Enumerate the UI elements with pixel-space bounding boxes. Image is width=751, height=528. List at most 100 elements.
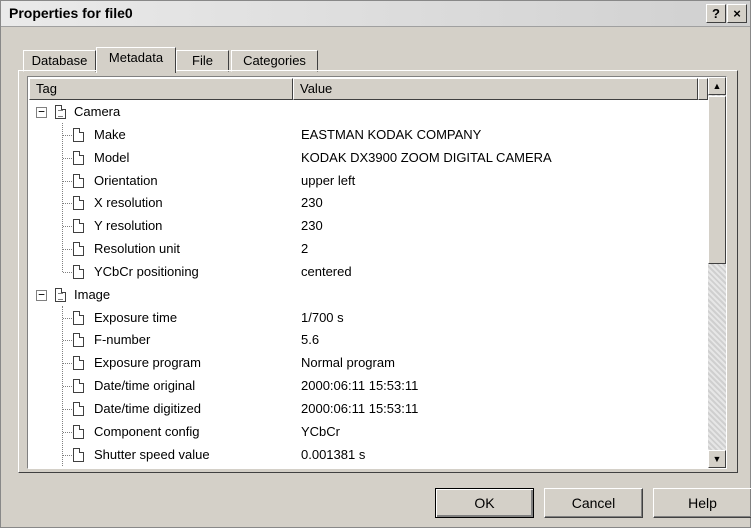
column-header-filler <box>698 78 708 100</box>
value-cell: 2 <box>301 241 309 257</box>
document-icon <box>73 196 84 211</box>
document-icon <box>73 242 84 257</box>
value-cell: 230 <box>301 195 323 211</box>
list-item[interactable]: Resolution unit 2 <box>28 238 708 261</box>
tree-line <box>63 134 72 136</box>
tag-cell: Shutter speed value <box>94 446 210 462</box>
document-icon <box>73 379 84 394</box>
tree-line <box>63 454 72 456</box>
value-cell: 2000:06:11 15:53:11 <box>301 400 419 416</box>
tab-metadata[interactable]: Metadata <box>96 47 176 73</box>
document-icon <box>73 447 84 462</box>
tree-line <box>63 408 72 410</box>
value-cell: EASTMAN KODAK COMPANY <box>301 126 482 142</box>
tree-line <box>63 317 72 319</box>
tree-group-camera[interactable]: − Camera <box>28 101 708 124</box>
group-label: Camera <box>74 104 121 119</box>
tag-cell: F-number <box>94 332 151 348</box>
scroll-down-arrow-icon[interactable]: ▼ <box>708 450 726 468</box>
document-icon <box>73 310 84 325</box>
help-button[interactable]: Help <box>653 488 751 518</box>
tree-group-image[interactable]: − Image <box>28 284 708 307</box>
vertical-scrollbar[interactable]: ▲ ▼ <box>708 77 726 468</box>
tab-categories[interactable]: Categories <box>231 50 318 72</box>
value-cell: 2000:06:11 15:53:11 <box>301 378 419 394</box>
list-item[interactable]: X resolution 230 <box>28 192 708 215</box>
tag-cell: X resolution <box>94 195 163 211</box>
tag-cell: Exposure program <box>94 355 201 371</box>
collapse-toggle[interactable]: − <box>36 289 47 301</box>
tab-database[interactable]: Database <box>23 50 96 72</box>
tree-line <box>63 226 72 228</box>
value-cell: centered <box>301 263 352 279</box>
tag-cell: Date/time original <box>94 378 196 394</box>
list-header: Tag Value <box>29 78 724 100</box>
list-item[interactable]: Make EASTMAN KODAK COMPANY <box>28 124 708 147</box>
tag-cell: Date/time digitized <box>94 400 201 416</box>
tree-line <box>63 340 72 342</box>
value-cell: 0.001381 s <box>301 446 366 462</box>
list-rows: − Camera Make EASTMAN KODAK COMPANY Model… <box>28 101 708 467</box>
list-item[interactable]: Orientation upper left <box>28 170 708 193</box>
document-icon <box>73 219 84 234</box>
tree-line <box>63 271 72 273</box>
tree-line <box>63 363 72 365</box>
tree-line <box>63 386 72 388</box>
list-item[interactable]: Date/time original 2000:06:11 15:53:11 <box>28 375 708 398</box>
list-item[interactable]: Shutter speed value 0.001381 s <box>28 444 708 467</box>
list-item[interactable]: Exposure program Normal program <box>28 352 708 375</box>
list-item[interactable]: Model KODAK DX3900 ZOOM DIGITAL CAMERA <box>28 147 708 170</box>
folder-document-icon <box>55 105 66 119</box>
tab-file[interactable]: File <box>176 50 229 72</box>
list-item[interactable]: YCbCr positioning centered <box>28 261 708 284</box>
help-title-button[interactable]: ? <box>706 4 726 23</box>
document-icon <box>73 127 84 142</box>
tree-line <box>63 180 72 182</box>
tree-line <box>63 203 72 205</box>
document-icon <box>73 150 84 165</box>
value-cell: 1/700 s <box>301 309 344 325</box>
column-header-value[interactable]: Value <box>293 78 698 100</box>
tag-cell: Make <box>94 126 126 142</box>
column-header-tag[interactable]: Tag <box>29 78 293 100</box>
document-icon <box>73 333 84 348</box>
tag-cell: Model <box>94 149 130 165</box>
value-cell: KODAK DX3900 ZOOM DIGITAL CAMERA <box>301 149 552 165</box>
value-cell: 230 <box>301 218 323 234</box>
value-cell: YCbCr <box>301 423 341 439</box>
tag-cell: Component config <box>94 423 200 439</box>
tree-line <box>63 249 72 251</box>
scroll-thumb[interactable] <box>708 96 726 264</box>
tag-cell: Y resolution <box>94 218 163 234</box>
list-item[interactable]: F-number 5.6 <box>28 329 708 352</box>
window-title: Properties for file0 <box>9 5 133 21</box>
tag-cell: Resolution unit <box>94 241 180 257</box>
tree-line <box>63 431 72 433</box>
list-item[interactable]: Date/time digitized 2000:06:11 15:53:11 <box>28 398 708 421</box>
folder-document-icon <box>55 287 66 302</box>
group-label: Image <box>74 286 111 302</box>
tag-cell: Orientation <box>94 172 158 188</box>
document-icon <box>73 264 84 279</box>
value-cell: Normal program <box>301 355 395 371</box>
tag-cell: YCbCr positioning <box>94 263 199 279</box>
list-item[interactable]: Y resolution 230 <box>28 215 708 238</box>
value-cell: 5.6 <box>301 332 320 348</box>
metadata-listview[interactable]: Tag Value − Camera Make EASTMAN KODAK COM… <box>27 76 727 469</box>
tree-line <box>63 157 72 159</box>
list-item[interactable]: Exposure time 1/700 s <box>28 307 708 330</box>
value-cell: upper left <box>301 172 356 188</box>
document-icon <box>73 401 84 416</box>
ok-button[interactable]: OK <box>435 488 534 518</box>
document-icon <box>73 356 84 371</box>
list-item[interactable]: Component config YCbCr <box>28 421 708 444</box>
properties-dialog: Properties for file0 ? × Database Metada… <box>0 0 751 528</box>
document-icon <box>73 424 84 439</box>
scroll-up-arrow-icon[interactable]: ▲ <box>708 77 726 95</box>
tag-cell: Exposure time <box>94 309 178 325</box>
collapse-toggle[interactable]: − <box>36 106 47 118</box>
document-icon <box>73 173 84 188</box>
close-button[interactable]: × <box>727 4 747 23</box>
title-bar: Properties for file0 ? × <box>1 1 750 27</box>
cancel-button[interactable]: Cancel <box>544 488 643 518</box>
